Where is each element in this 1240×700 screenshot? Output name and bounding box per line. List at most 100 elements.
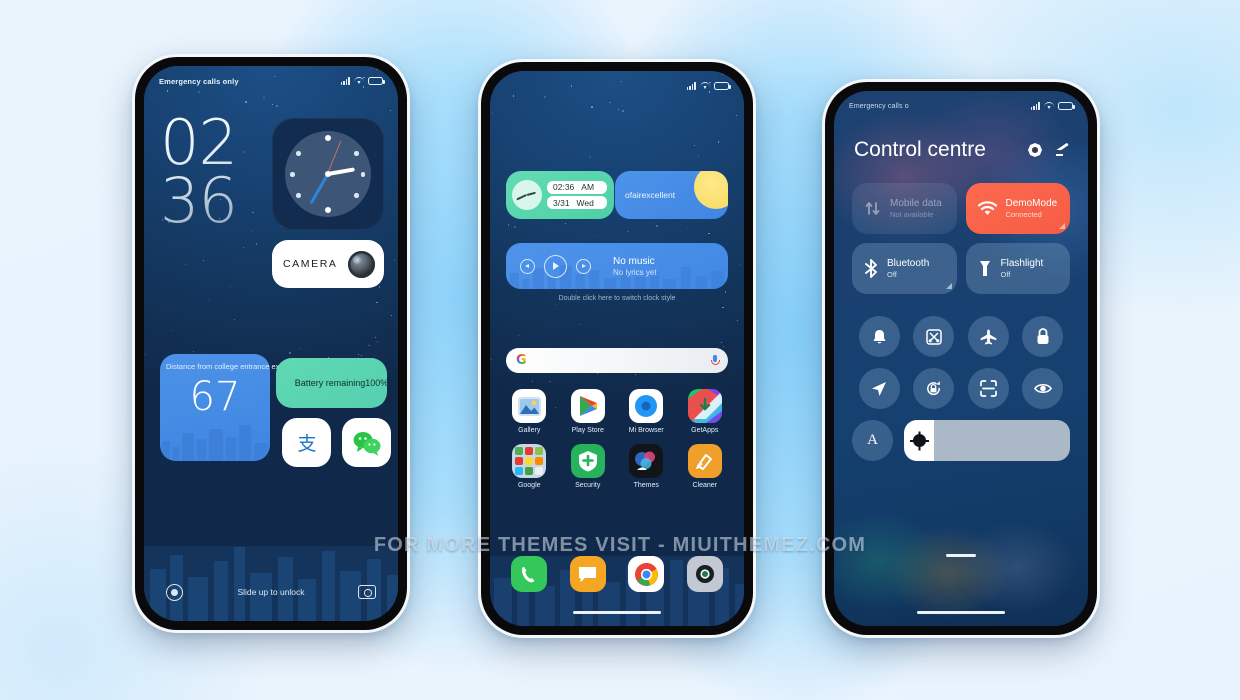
app-security[interactable]: Security xyxy=(559,444,618,489)
toggle-airplane-mode[interactable] xyxy=(967,316,1009,357)
tile-text: DemoMode Connected xyxy=(1006,198,1058,220)
messages-icon[interactable] xyxy=(569,556,606,592)
brightness-slider[interactable] xyxy=(904,420,1070,461)
search-input[interactable]: G xyxy=(506,348,728,373)
toggle-silent[interactable] xyxy=(858,316,900,357)
page-title: Control centre xyxy=(854,138,986,161)
mini-analog-clock-icon xyxy=(512,180,542,210)
brightness-row: A xyxy=(852,420,1070,461)
tile-text: Mobile data Not available xyxy=(890,198,942,220)
app-grid: Gallery Play Store Mi Browser GetApps Go… xyxy=(500,389,734,499)
music-controls[interactable] xyxy=(520,254,591,278)
lock-icon xyxy=(1037,328,1049,344)
screenshot-icon xyxy=(926,328,942,345)
clock-pivot xyxy=(325,171,331,177)
home-indicator[interactable] xyxy=(917,610,1005,614)
play-store-icon xyxy=(570,389,605,423)
shortcut-wechat[interactable] xyxy=(342,418,391,467)
music-title: No music xyxy=(613,255,655,267)
time-widget[interactable]: 02:36 AM 3/31 Wed xyxy=(506,171,614,219)
analog-clock-widget[interactable] xyxy=(272,118,384,230)
app-row: Gallery Play Store Mi Browser GetApps xyxy=(500,389,734,434)
tile-bluetooth[interactable]: Bluetooth Off xyxy=(852,243,957,294)
play-icon[interactable] xyxy=(544,254,567,278)
microphone-icon[interactable] xyxy=(711,355,720,366)
app-label: Cleaner xyxy=(692,482,717,489)
rotation-lock-icon xyxy=(927,381,941,396)
app-mi-browser[interactable]: Mi Browser xyxy=(617,389,676,434)
battery-icon xyxy=(714,82,731,90)
tile-expand-corner[interactable] xyxy=(945,283,952,289)
wifi-icon xyxy=(700,82,710,90)
toggle-screenshot[interactable] xyxy=(913,316,955,357)
app-google-folder[interactable]: Google xyxy=(500,444,559,489)
toggle-auto-rotate[interactable] xyxy=(913,368,955,409)
home-indicator[interactable] xyxy=(573,610,661,614)
app-play-store[interactable]: Play Store xyxy=(559,389,618,434)
app-label: Play Store xyxy=(571,427,604,434)
auto-brightness-label: A xyxy=(867,432,878,448)
toggle-row xyxy=(852,368,1070,409)
signal-bars-icon xyxy=(340,77,350,85)
location-arrow-icon xyxy=(872,381,887,396)
security-icon xyxy=(570,444,605,478)
mobile-data-icon xyxy=(865,202,880,215)
phone-icon[interactable] xyxy=(511,556,548,592)
tile-flashlight[interactable]: Flashlight Off xyxy=(965,243,1070,294)
brightness-sun-icon xyxy=(913,434,926,447)
tile-text: Bluetooth Off xyxy=(887,258,929,280)
camera-widget[interactable]: CAMERA xyxy=(272,240,384,288)
toggle-reading-mode[interactable] xyxy=(1022,368,1064,409)
camera-icon[interactable] xyxy=(358,585,376,599)
carrier-label: Emergency calls only xyxy=(159,76,239,86)
tile-wifi[interactable]: DemoMode Connected xyxy=(965,183,1070,234)
hour-hand xyxy=(327,167,355,176)
toggle-lock-screen[interactable] xyxy=(1022,316,1064,357)
distance-widget[interactable]: Distance from college entrance examinati… xyxy=(160,354,340,461)
toggle-auto-brightness[interactable]: A xyxy=(852,420,893,461)
shortcut-alipay[interactable]: 支 xyxy=(282,418,331,467)
weather-widget[interactable]: ofairexcellent xyxy=(615,171,728,219)
clock-dial xyxy=(285,131,371,217)
wifi-icon xyxy=(977,201,997,215)
tile-title: Mobile data xyxy=(890,197,942,209)
widget-skyline xyxy=(162,425,268,461)
google-g-icon: G xyxy=(516,353,527,368)
weekday-value: Wed xyxy=(576,197,594,208)
time-value: 02:36 xyxy=(553,182,575,193)
app-gallery[interactable]: Gallery xyxy=(500,389,559,434)
wifi-icon xyxy=(354,77,364,85)
app-themes[interactable]: Themes xyxy=(617,444,676,489)
battery-widget-text: Battery remaining100% xyxy=(294,378,389,388)
previous-icon[interactable] xyxy=(520,258,535,274)
pencil-icon[interactable] xyxy=(1055,143,1070,157)
sun-icon xyxy=(694,171,728,209)
next-icon[interactable] xyxy=(576,258,591,274)
app-label: Themes xyxy=(633,482,659,489)
music-text: No music No lyrics yet xyxy=(613,256,657,277)
chrome-icon[interactable] xyxy=(628,556,665,592)
camera-icon[interactable] xyxy=(686,556,723,592)
toggle-grid: A xyxy=(852,316,1070,461)
music-widget[interactable]: No music No lyrics yet xyxy=(506,243,728,289)
tile-mobile-data[interactable]: Mobile data Not available xyxy=(852,183,957,234)
tile-status: Off xyxy=(887,270,897,280)
themes-icon xyxy=(629,444,664,478)
tile-expand-corner[interactable] xyxy=(1059,223,1065,229)
app-cleaner[interactable]: Cleaner xyxy=(676,444,735,489)
tile-status: Off xyxy=(1000,270,1011,280)
camera-lens-icon xyxy=(348,250,375,278)
toggle-location[interactable] xyxy=(858,368,900,409)
app-getapps[interactable]: GetApps xyxy=(676,389,735,434)
carrier-label: Emergency calls o xyxy=(849,102,909,110)
tile-title: Bluetooth xyxy=(887,257,930,269)
tile-status: Not available xyxy=(890,210,934,220)
app-label: Google xyxy=(517,482,541,489)
toggle-row xyxy=(852,316,1070,357)
getapps-icon xyxy=(687,389,722,423)
gear-icon[interactable] xyxy=(1028,143,1042,157)
battery-icon xyxy=(1058,102,1075,110)
bell-icon xyxy=(873,329,886,343)
toggle-scanner[interactable] xyxy=(967,368,1009,409)
battery-widget[interactable]: Battery remaining100% xyxy=(276,358,389,408)
